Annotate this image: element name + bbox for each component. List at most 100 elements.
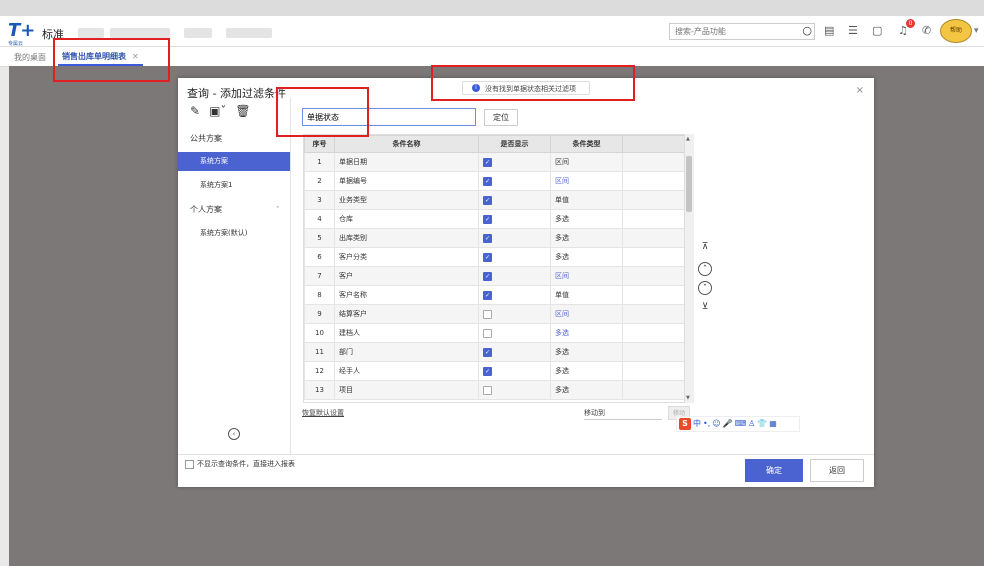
search-input[interactable] [675, 26, 785, 37]
show-cell: ✓ [478, 247, 551, 267]
condition-name: 业务类型 [334, 190, 479, 210]
ime-user-icon[interactable]: ♙ [748, 419, 755, 428]
show-cell [478, 380, 551, 400]
ime-skin-icon[interactable]: 👕 [757, 419, 767, 428]
condition-type[interactable]: 区间 [550, 152, 623, 172]
scheme-item-system-1[interactable]: 系统方案1 [178, 176, 290, 195]
scroll-down-icon[interactable]: ▼ [686, 395, 690, 401]
column-header [622, 135, 684, 153]
table-row[interactable]: 13 项目 多选 [304, 380, 684, 400]
message-icon[interactable]: ▢ [872, 24, 882, 37]
close-icon[interactable]: × [856, 85, 864, 96]
blurred-text [226, 28, 272, 38]
show-checkbox[interactable]: ✓ [483, 233, 492, 243]
condition-name: 单据日期 [334, 152, 479, 172]
show-cell: ✓ [478, 361, 551, 381]
table-row[interactable]: 3 业务类型 ✓ 单值 [304, 190, 684, 210]
ime-voice-icon[interactable]: 🎤 [723, 419, 733, 428]
show-checkbox[interactable]: ✓ [483, 347, 492, 357]
condition-type[interactable]: 多选 [550, 209, 623, 229]
sogou-ime-icon[interactable]: S [679, 418, 691, 430]
empty-cell [622, 228, 684, 248]
ime-toolbox-icon[interactable]: ▦ [769, 419, 777, 428]
scroll-up-icon[interactable]: ▲ [686, 136, 690, 142]
table-row[interactable]: 12 经手人 ✓ 多选 [304, 361, 684, 381]
save-icon[interactable]: ▤ [824, 24, 834, 37]
scrollbar-thumb[interactable] [686, 156, 692, 212]
show-cell: ✓ [478, 228, 551, 248]
show-checkbox[interactable]: ✓ [483, 366, 492, 376]
show-checkbox[interactable]: ✓ [483, 176, 492, 186]
table-row[interactable]: 6 客户分类 ✓ 多选 [304, 247, 684, 267]
move-to-bottom-icon[interactable]: ⊻ [698, 300, 712, 314]
trash-icon[interactable]: 🗑 [235, 104, 250, 118]
condition-type[interactable]: 多选 [550, 361, 623, 381]
show-checkbox[interactable] [483, 309, 492, 319]
chevron-down-icon[interactable]: ▾ [974, 26, 979, 36]
row-number: 6 [304, 247, 335, 267]
personal-scheme-header[interactable]: 个人方案 [190, 204, 222, 215]
move-up-icon[interactable]: ˆ [698, 262, 712, 276]
restore-default-link[interactable]: 恢复默认设置 [302, 408, 344, 418]
table-row[interactable]: 11 部门 ✓ 多选 [304, 342, 684, 362]
row-number: 5 [304, 228, 335, 248]
condition-name: 仓库 [334, 209, 479, 229]
show-checkbox[interactable]: ✓ [483, 157, 492, 167]
product-search[interactable]: ○ [669, 23, 815, 40]
phone-icon[interactable]: ✆ [922, 24, 931, 37]
ime-punctuation-icon[interactable]: •, [703, 419, 710, 428]
show-checkbox[interactable]: ✓ [483, 271, 492, 281]
show-checkbox[interactable]: ✓ [483, 214, 492, 224]
tab-home[interactable]: 我的桌面 [14, 52, 46, 63]
edit-icon[interactable]: ✎ [190, 104, 200, 118]
table-row[interactable]: 5 出库类别 ✓ 多选 [304, 228, 684, 248]
checkbox-box[interactable] [185, 459, 194, 469]
checklist-icon[interactable]: ☰ [848, 24, 858, 37]
condition-type[interactable]: 多选 [550, 228, 623, 248]
condition-name: 客户分类 [334, 247, 479, 267]
condition-type[interactable]: 多选 [550, 247, 623, 267]
table-row[interactable]: 9 结算客户 区间 [304, 304, 684, 324]
table-row[interactable]: 1 单据日期 ✓ 区间 [304, 152, 684, 172]
show-checkbox[interactable]: ✓ [483, 195, 492, 205]
ime-keyboard-icon[interactable]: ⌨ [735, 419, 747, 428]
ime-emoji-icon[interactable]: ☺ [712, 419, 720, 428]
move-to-input[interactable] [584, 419, 662, 420]
condition-type[interactable]: 多选 [550, 342, 623, 362]
collapse-panel-icon[interactable]: ‹ [228, 428, 240, 440]
condition-type[interactable]: 区间 [550, 266, 623, 286]
table-row[interactable]: 8 客户名称 ✓ 单值 [304, 285, 684, 305]
grid-scrollbar[interactable]: ▲ ▼ [684, 134, 694, 403]
condition-type[interactable]: 区间 [550, 171, 623, 191]
table-row[interactable]: 7 客户 ✓ 区间 [304, 266, 684, 286]
ime-chinese-mode[interactable]: 中 [693, 419, 701, 428]
search-icon[interactable]: ○ [802, 24, 812, 37]
table-row[interactable]: 4 仓库 ✓ 多选 [304, 209, 684, 229]
save-icon[interactable]: ▣ˇ [209, 104, 226, 118]
mascot-avatar[interactable]: 帮助 [940, 19, 972, 43]
back-button[interactable]: 返回 [810, 459, 864, 482]
chevron-up-icon[interactable]: ˆ [276, 206, 280, 214]
confirm-button[interactable]: 确定 [745, 459, 803, 482]
scheme-item-system[interactable]: 系统方案 [178, 152, 290, 171]
move-down-icon[interactable]: ˇ [698, 281, 712, 295]
show-checkbox[interactable] [483, 385, 492, 395]
show-cell: ✓ [478, 209, 551, 229]
scheme-item-system-default[interactable]: 系统方案(默认) [178, 224, 290, 243]
condition-type[interactable]: 多选 [550, 380, 623, 400]
show-checkbox[interactable]: ✓ [483, 252, 492, 262]
public-scheme-header[interactable]: 公共方案 [190, 133, 222, 144]
table-row[interactable]: 10 建档人 多选 [304, 323, 684, 343]
condition-type[interactable]: 单值 [550, 190, 623, 210]
ime-toolbar[interactable]: S 中 •, ☺ 🎤 ⌨ ♙ 👕 ▦ [676, 416, 800, 432]
condition-type[interactable]: 区间 [550, 304, 623, 324]
skip-query-checkbox[interactable]: 不显示查询条件，直接进入报表 [185, 459, 295, 469]
condition-type[interactable]: 单值 [550, 285, 623, 305]
move-to-top-icon[interactable]: ⊼ [698, 240, 712, 254]
condition-type[interactable]: 多选 [550, 323, 623, 343]
show-checkbox[interactable] [483, 328, 492, 338]
row-number: 4 [304, 209, 335, 229]
locate-button[interactable]: 定位 [484, 109, 518, 126]
table-row[interactable]: 2 单据编号 ✓ 区间 [304, 171, 684, 191]
show-checkbox[interactable]: ✓ [483, 290, 492, 300]
